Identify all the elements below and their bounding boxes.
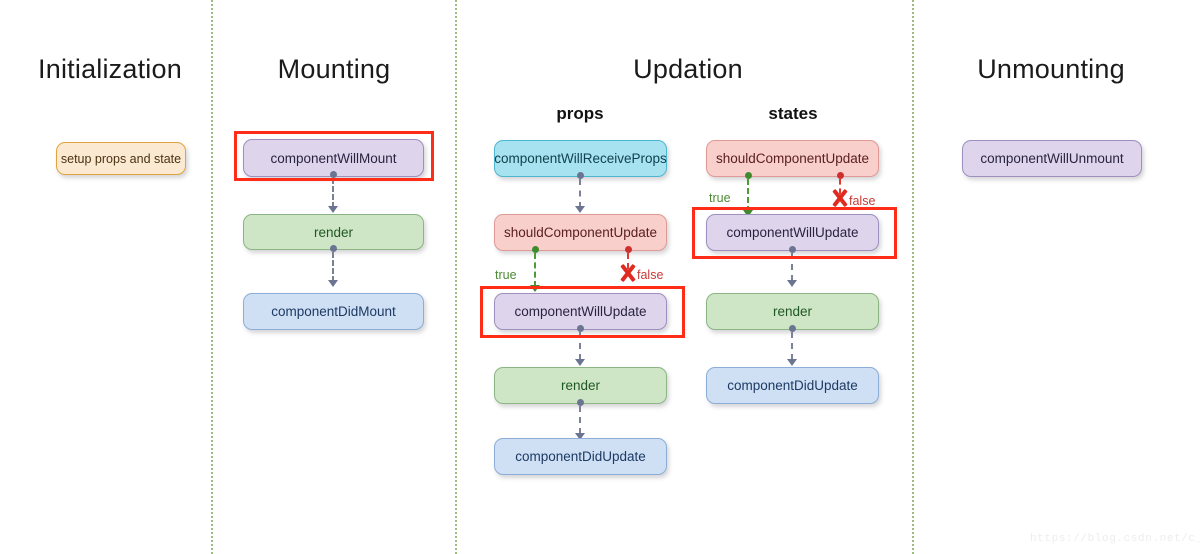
node-component-did-mount[interactable]: componentDidMount — [243, 293, 424, 330]
node-props-component-did-update[interactable]: componentDidUpdate — [494, 438, 667, 475]
branch-label-props-true: true — [495, 268, 517, 282]
connector-arrow-props-2 — [575, 359, 585, 366]
connector-arrow-mount-1 — [328, 206, 338, 213]
connector-arrow-props-1 — [575, 206, 585, 213]
connector-dot-props-3 — [577, 399, 584, 406]
connector-arrow-mount-2 — [328, 280, 338, 287]
branch-label-props-false: false — [637, 268, 664, 282]
connector-arrow-states-1 — [787, 280, 797, 287]
connector-dot-states-1 — [789, 246, 796, 253]
phase-title-initialization: Initialization — [38, 54, 182, 84]
branch-dot-states-false — [837, 172, 844, 179]
reject-x-icon-props — [618, 263, 638, 283]
section-divider-2 — [455, 0, 457, 554]
connector-line-props-3 — [579, 406, 581, 434]
reject-x-icon-states — [830, 188, 850, 208]
connector-line-mount-1 — [332, 178, 334, 208]
section-divider-3 — [912, 0, 914, 554]
branch-label-states-false: false — [849, 194, 876, 208]
phase-title-mounting: Mounting — [277, 54, 391, 84]
node-states-should-component-update[interactable]: shouldComponentUpdate — [706, 140, 879, 177]
connector-dot-mount-1 — [330, 171, 337, 178]
subheading-props: props — [556, 104, 604, 123]
connector-dot-props-1 — [577, 172, 584, 179]
branch-dot-states-true — [745, 172, 752, 179]
node-setup-props-and-state[interactable]: setup props and state — [56, 142, 186, 175]
lifecycle-diagram: Initialization Mounting Updation Unmount… — [0, 0, 1200, 554]
node-props-should-component-update[interactable]: shouldComponentUpdate — [494, 214, 667, 251]
connector-dot-props-2 — [577, 325, 584, 332]
source-watermark: https://blog.csdn.net/c_kite — [1030, 533, 1200, 545]
phase-title-updation: Updation — [633, 54, 743, 84]
branch-dot-props-true — [532, 246, 539, 253]
node-states-component-did-update[interactable]: componentDidUpdate — [706, 367, 879, 404]
connector-arrow-states-2 — [787, 359, 797, 366]
connector-line-mount-2 — [332, 252, 334, 282]
connector-line-props-1 — [579, 179, 581, 208]
section-divider-1 — [211, 0, 213, 554]
phase-title-unmounting: Unmounting — [977, 54, 1125, 84]
branch-line-states-true — [747, 179, 749, 212]
connector-dot-mount-2 — [330, 245, 337, 252]
subheading-states: states — [768, 104, 818, 123]
branch-line-props-true — [534, 253, 536, 287]
connector-dot-states-2 — [789, 325, 796, 332]
connector-line-props-2 — [579, 332, 581, 360]
connector-line-states-1 — [791, 253, 793, 281]
node-component-will-unmount[interactable]: componentWillUnmount — [962, 140, 1142, 177]
branch-arrow-props-true — [530, 285, 540, 292]
branch-label-states-true: true — [709, 191, 731, 205]
connector-line-states-2 — [791, 332, 793, 360]
branch-dot-props-false — [625, 246, 632, 253]
